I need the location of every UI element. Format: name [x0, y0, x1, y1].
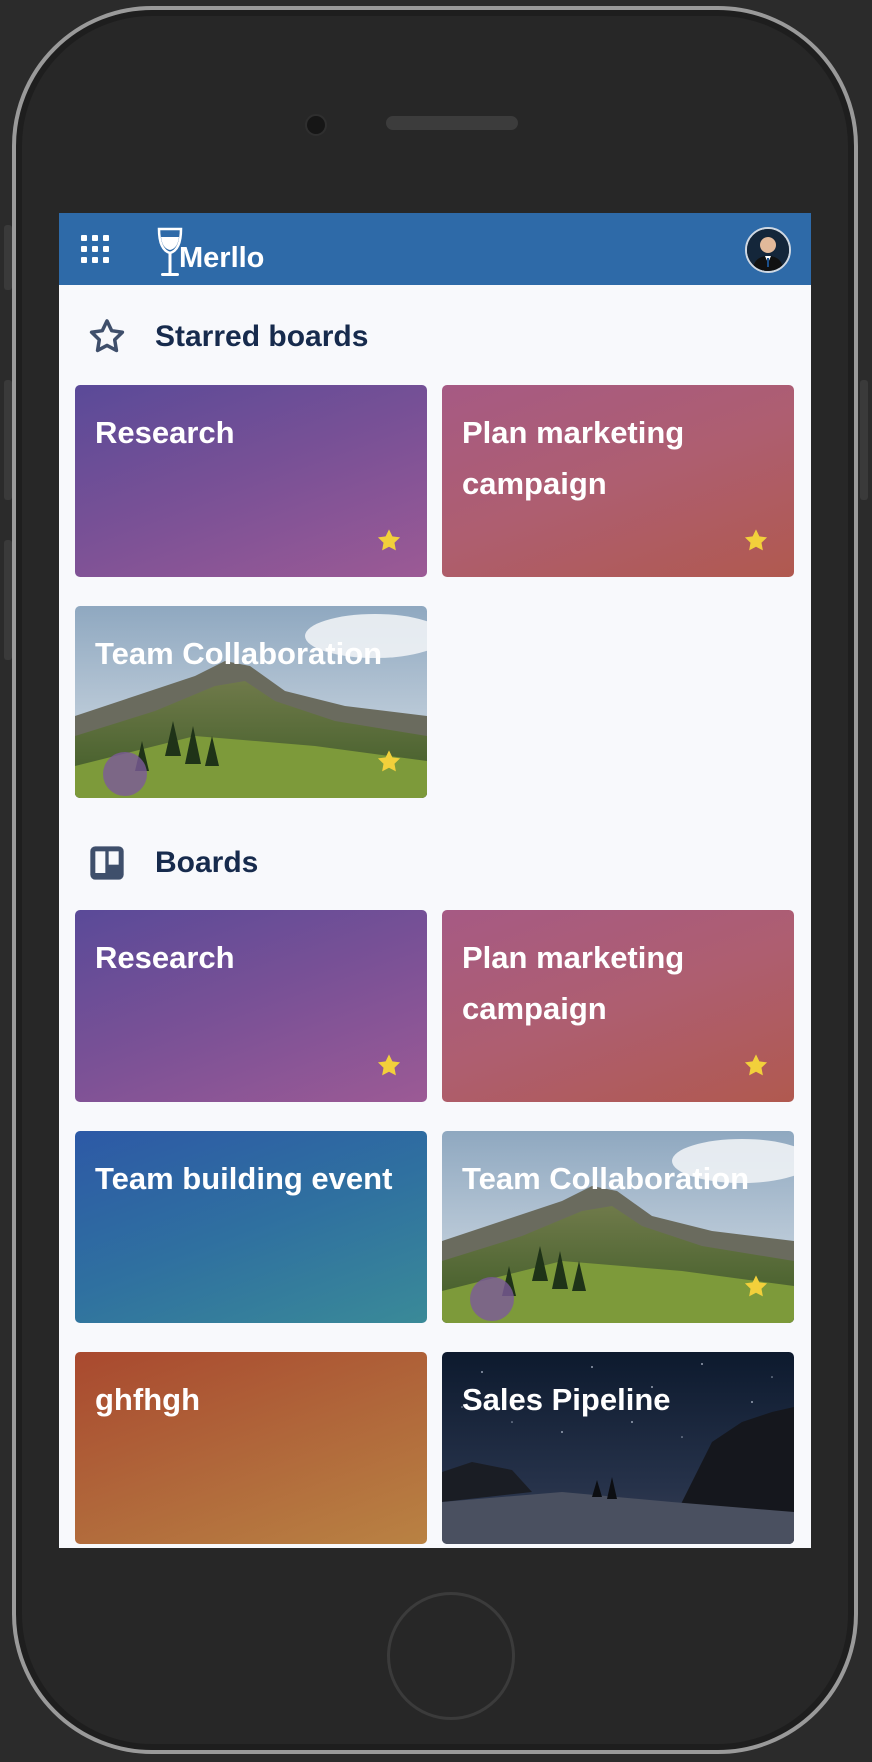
volume-down-button: [4, 540, 12, 660]
star-filled-icon[interactable]: [375, 527, 403, 555]
volume-up-button: [4, 380, 12, 500]
mute-switch: [4, 225, 12, 290]
app-screen: Merllo Starred boards Research Plan mark…: [59, 213, 811, 1548]
board-name: ghfhgh: [95, 1382, 201, 1417]
board-tile-team-collaboration[interactable]: Team Collaboration: [75, 606, 427, 798]
star-filled-icon[interactable]: [742, 527, 770, 555]
board-name: Sales Pipeline: [462, 1382, 671, 1417]
board-name: Team building event: [95, 1161, 393, 1196]
earpiece-speaker: [386, 116, 518, 130]
star-filled-icon[interactable]: [742, 1273, 770, 1301]
star-filled-icon[interactable]: [375, 1052, 403, 1080]
board-name: Plan marketing campaign: [462, 940, 685, 1026]
board-name: Plan marketing campaign: [462, 415, 685, 501]
brand-name: Merllo: [179, 242, 265, 274]
section-title: Boards: [155, 846, 259, 879]
star-filled-icon[interactable]: [742, 1052, 770, 1080]
home-button[interactable]: [387, 1592, 515, 1720]
section-title: Starred boards: [155, 320, 369, 353]
star-outline-icon: [85, 315, 129, 359]
top-bar: Merllo: [59, 213, 811, 285]
board-name: Team Collaboration: [95, 636, 383, 671]
board-tile-research[interactable]: Research: [75, 910, 427, 1102]
front-camera: [305, 114, 327, 136]
boards-header: Boards: [85, 839, 258, 887]
board-tile-research[interactable]: Research: [75, 385, 427, 577]
board-name: Team Collaboration: [462, 1161, 750, 1196]
board-tile-plan-marketing-campaign[interactable]: Plan marketing campaign: [442, 385, 794, 577]
brand-logo[interactable]: Merllo: [155, 223, 264, 279]
apps-grid-icon[interactable]: [81, 235, 109, 263]
board-tile-team-collaboration[interactable]: Team Collaboration: [442, 1131, 794, 1323]
starred-boards-header: Starred boards: [85, 313, 368, 361]
star-filled-icon[interactable]: [375, 748, 403, 776]
board-tile-plan-marketing-campaign[interactable]: Plan marketing campaign: [442, 910, 794, 1102]
board-name: Research: [95, 415, 235, 450]
power-button: [860, 380, 868, 500]
board-name: Research: [95, 940, 235, 975]
board-tile-sales-pipeline[interactable]: Sales Pipeline: [442, 1352, 794, 1544]
user-avatar-icon[interactable]: [745, 227, 791, 273]
board-icon: [85, 841, 129, 885]
board-tile-ghfhgh[interactable]: ghfhgh: [75, 1352, 427, 1544]
board-tile-team-building-event[interactable]: Team building event: [75, 1131, 427, 1323]
